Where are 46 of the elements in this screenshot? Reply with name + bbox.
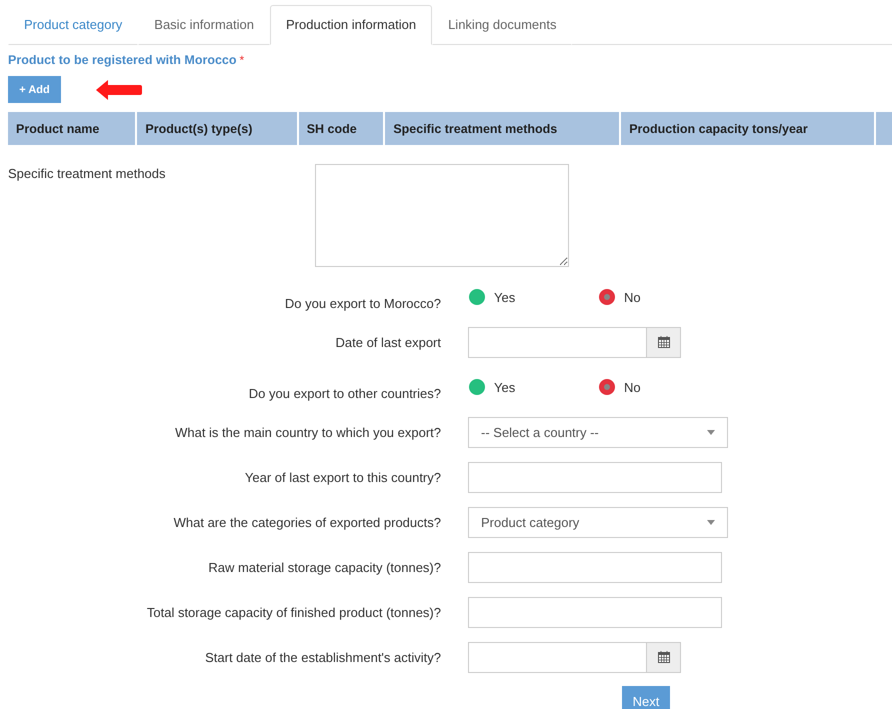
- field-label: What are the categories of exported products?: [172, 514, 441, 530]
- field-label: Do you export to other countries?: [248, 385, 441, 401]
- column-header: Product(s) type(s): [137, 112, 299, 145]
- column-header: SH code: [298, 112, 386, 145]
- next-button[interactable]: Next: [622, 686, 670, 709]
- date-field[interactable]: [468, 326, 646, 358]
- radio-label: No: [624, 380, 641, 394]
- field-label: Start date of the establishment's activity?: [204, 650, 441, 664]
- caret-icon: [707, 430, 715, 434]
- input-field[interactable]: [468, 596, 722, 628]
- calendar-icon: [658, 651, 670, 663]
- column-header: Production capacity tons/year: [621, 112, 876, 145]
- tab[interactable]: Product category: [8, 5, 138, 45]
- dropdown[interactable]: Product category: [468, 506, 728, 538]
- radio-button[interactable]: [599, 289, 615, 305]
- radio-label: Yes: [494, 290, 516, 304]
- add-button[interactable]: + Add: [8, 76, 61, 103]
- field-label: Raw material storage capacity (tonnes)?: [207, 560, 441, 574]
- radio-button[interactable]: [469, 289, 485, 305]
- calendar-button[interactable]: [646, 326, 681, 358]
- required-mark: *: [240, 53, 244, 69]
- field-label: Date of last export: [334, 334, 441, 350]
- tab[interactable]: Basic information: [138, 5, 270, 45]
- column-header: Product name: [8, 112, 138, 145]
- radio-label: No: [624, 290, 641, 304]
- arrow-icon: [96, 80, 142, 100]
- radio-label: Yes: [494, 380, 516, 394]
- text-area[interactable]: [315, 164, 569, 267]
- tab[interactable]: Production information: [270, 5, 432, 45]
- input-field[interactable]: [468, 552, 722, 582]
- column-header: Specific treatment methods: [385, 112, 622, 145]
- calendar-icon: [658, 336, 670, 348]
- caret-icon: [707, 520, 715, 524]
- radio-button[interactable]: [469, 379, 485, 395]
- calendar-button[interactable]: [646, 642, 681, 672]
- dropdown[interactable]: -- Select a country --: [468, 416, 728, 448]
- field-label: Do you export to Morocco?: [284, 295, 441, 311]
- radio-button[interactable]: [599, 379, 615, 395]
- input-field[interactable]: [468, 462, 722, 492]
- field-label: Total storage capacity of finished product (tonnes)?: [146, 604, 441, 620]
- date-field[interactable]: [468, 642, 646, 672]
- field-label: Year of last export to this country?: [244, 470, 441, 484]
- section-title: Product to be registered with Morocco: [8, 53, 236, 69]
- tab[interactable]: Linking documents: [432, 5, 572, 45]
- field-label: What is the main country to which you export?: [174, 424, 441, 440]
- field-label: Specific treatment methods: [8, 165, 167, 183]
